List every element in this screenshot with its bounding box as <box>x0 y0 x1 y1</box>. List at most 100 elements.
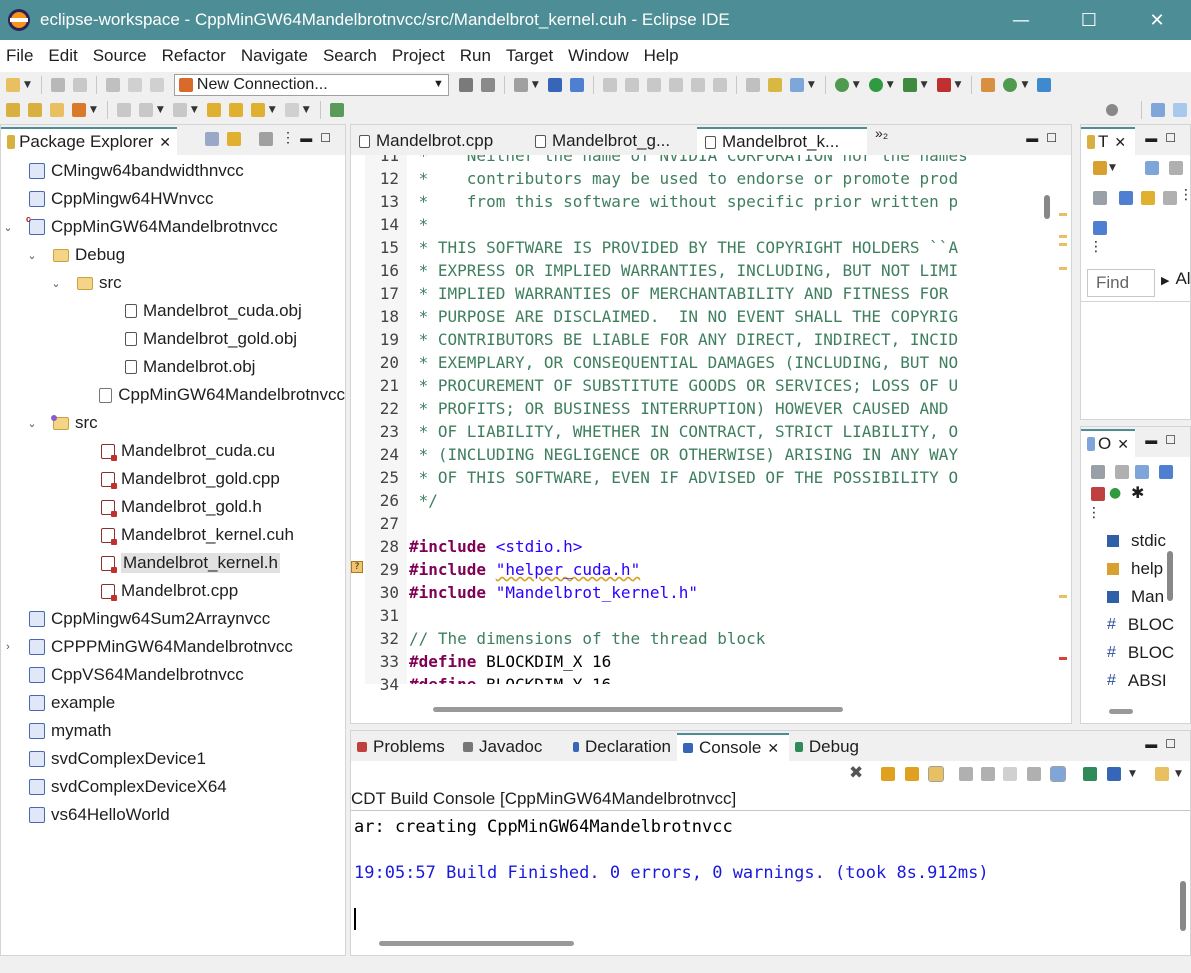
scroll-lock-icon[interactable] <box>928 766 944 782</box>
chevron-down-icon[interactable]: ▼ <box>1175 769 1182 779</box>
horizontal-scrollbar[interactable] <box>407 703 1047 715</box>
tree-item[interactable]: Mandelbrot.obj <box>1 353 345 381</box>
suspend-icon[interactable] <box>624 78 639 92</box>
next-error-icon[interactable] <box>881 767 895 781</box>
editor-tab[interactable]: Mandelbrot_g... <box>527 127 697 155</box>
chevron-down-icon[interactable]: ⌄ <box>1 221 15 234</box>
chevron-down-icon[interactable]: ▼ <box>303 105 310 115</box>
launch-config-icon[interactable] <box>513 78 528 92</box>
toggle-mark-icon[interactable] <box>116 103 131 117</box>
view-menu-icon[interactable]: ⋮ <box>1089 239 1103 255</box>
search-remote-icon[interactable] <box>569 78 584 92</box>
chevron-down-icon[interactable]: ▼ <box>955 80 962 90</box>
chevron-down-icon[interactable]: ▼ <box>853 80 860 90</box>
code-line[interactable]: * OF LIABILITY, WHETHER IN CONTRACT, STR… <box>407 420 1037 443</box>
member-icon[interactable] <box>1093 221 1107 235</box>
instruction-stepping-icon[interactable] <box>767 78 782 92</box>
tree-item[interactable]: CppMinGW64Mandelbrotnvcc <box>1 381 345 409</box>
code-line[interactable]: #include "helper_cuda.h" <box>407 558 1037 581</box>
tab-package-explorer[interactable]: Package Explorer ✕ <box>1 127 177 155</box>
vertical-scrollbar-thumb[interactable] <box>1044 195 1050 219</box>
coverage-icon[interactable] <box>902 78 917 92</box>
outline-item[interactable]: # BLOC <box>1107 639 1191 667</box>
horizontal-scrollbar-thumb[interactable] <box>433 707 843 712</box>
tree-item[interactable]: CMingw64bandwidthnvcc <box>1 157 345 185</box>
new-console-icon[interactable] <box>1155 767 1169 781</box>
tree-item[interactable]: Mandelbrot_gold.cpp <box>1 465 345 493</box>
hide-fields-icon[interactable] <box>1159 465 1173 479</box>
connect-icon[interactable] <box>458 78 473 92</box>
tree-item[interactable]: › CPPPMinGW64Mandelbrotnvcc <box>1 633 345 661</box>
menu-edit[interactable]: Edit <box>42 46 86 66</box>
console-scrollbar-thumb[interactable] <box>1180 881 1186 931</box>
menu-window[interactable]: Window <box>562 46 637 66</box>
clear-console-icon[interactable]: ✖ <box>849 763 863 783</box>
open-type-icon[interactable] <box>1037 78 1052 92</box>
pin-console-icon[interactable] <box>1050 766 1066 782</box>
tree-item[interactable]: Mandelbrot_cuda.cu <box>1 437 345 465</box>
editor-tab[interactable]: Mandelbrot_k... <box>697 127 867 155</box>
next-annotation-icon[interactable] <box>138 103 153 117</box>
search-icon[interactable] <box>1106 104 1118 116</box>
link-with-editor-icon[interactable] <box>227 132 241 146</box>
outline-view-icon[interactable] <box>789 78 804 92</box>
tree-item[interactable]: ⌄ Debug <box>1 241 345 269</box>
outline-item[interactable]: # BLOC <box>1107 611 1191 639</box>
chevron-down-icon[interactable]: ▼ <box>433 78 444 90</box>
code-line[interactable]: * THIS SOFTWARE IS PROVIDED BY THE COPYR… <box>407 236 1037 259</box>
filters-icon[interactable] <box>259 132 273 146</box>
code-line[interactable]: * from this software without specific pr… <box>407 190 1037 213</box>
find-all-link[interactable]: ▶ Al <box>1161 269 1191 289</box>
code-line[interactable]: * EXPRESS OR IMPLIED WARRANTIES, INCLUDI… <box>407 259 1037 282</box>
step-over-icon[interactable] <box>712 78 727 92</box>
chevron-down-icon[interactable]: ▼ <box>921 80 928 90</box>
collapse-all-icon[interactable] <box>1115 465 1129 479</box>
menu-file[interactable]: File <box>0 46 42 66</box>
tree-item[interactable]: example <box>1 689 345 717</box>
new-cpp-project-icon[interactable] <box>981 78 996 92</box>
new-class-icon[interactable] <box>1003 78 1018 92</box>
outline-scrollbar-thumb[interactable] <box>1167 551 1173 601</box>
open-folder-icon[interactable] <box>50 103 64 117</box>
tab-type-hierarchy[interactable]: T ✕ <box>1081 127 1135 155</box>
hide-macros-icon[interactable]: ✱ <box>1131 483 1144 502</box>
minimize-maximize-icons[interactable]: ▬☐ <box>1026 131 1065 145</box>
menu-help[interactable]: Help <box>638 46 688 66</box>
show-output-icon[interactable] <box>1003 767 1017 781</box>
tree-item[interactable]: Mandelbrot_gold.h <box>1 493 345 521</box>
tab-declaration[interactable]: Declaration <box>567 733 677 761</box>
view-menu-icon[interactable]: ⋮ <box>1179 187 1191 203</box>
tree-item[interactable]: ⌄ src <box>1 269 345 297</box>
overview-marker[interactable] <box>1059 595 1067 598</box>
open-perspective-icon[interactable] <box>1151 103 1165 117</box>
show-type-hierarchy-icon[interactable] <box>1145 161 1159 175</box>
code-line[interactable] <box>407 512 1037 535</box>
previous-error-icon[interactable] <box>905 767 919 781</box>
code-line[interactable]: // The dimensions of the thread block <box>407 627 1037 650</box>
overview-marker[interactable] <box>1059 235 1067 238</box>
code-line[interactable]: #include "Mandelbrot_kernel.h" <box>407 581 1037 604</box>
sort-icon[interactable] <box>1135 465 1149 479</box>
hide-static-icon[interactable] <box>1141 191 1155 205</box>
chevron-down-icon[interactable]: ▼ <box>157 105 164 115</box>
tab-javadoc[interactable]: Javadoc <box>457 733 567 761</box>
console-output[interactable]: ar: creating CppMinGW64Mandelbrotnvcc 19:… <box>351 811 1190 955</box>
redo-icon[interactable] <box>149 78 164 92</box>
tree-item[interactable]: Mandelbrot_kernel.cuh <box>1 521 345 549</box>
view-menu-icon[interactable]: ⋮ <box>1087 505 1101 521</box>
code-line[interactable]: * IMPLIED WARRANTIES OF MERCHANTABILITY … <box>407 282 1037 305</box>
new-icon[interactable] <box>6 78 20 92</box>
tab-debug[interactable]: Debug <box>789 733 865 761</box>
menu-target[interactable]: Target <box>500 46 562 66</box>
overview-error-marker[interactable] <box>1059 657 1067 660</box>
menu-navigate[interactable]: Navigate <box>235 46 317 66</box>
save-output-icon[interactable] <box>1027 767 1041 781</box>
menu-refactor[interactable]: Refactor <box>156 46 235 66</box>
show-supertype-icon[interactable] <box>1169 161 1183 175</box>
navigate-forward-icon[interactable] <box>284 103 299 117</box>
code-text[interactable]: * Neither the name of NVIDIA CORPORATION… <box>407 155 1037 684</box>
cpp-perspective-icon[interactable] <box>1173 103 1187 117</box>
collapse-all-icon[interactable] <box>205 132 219 146</box>
use-step-filters-icon[interactable] <box>745 78 760 92</box>
terminal-icon[interactable] <box>547 78 562 92</box>
